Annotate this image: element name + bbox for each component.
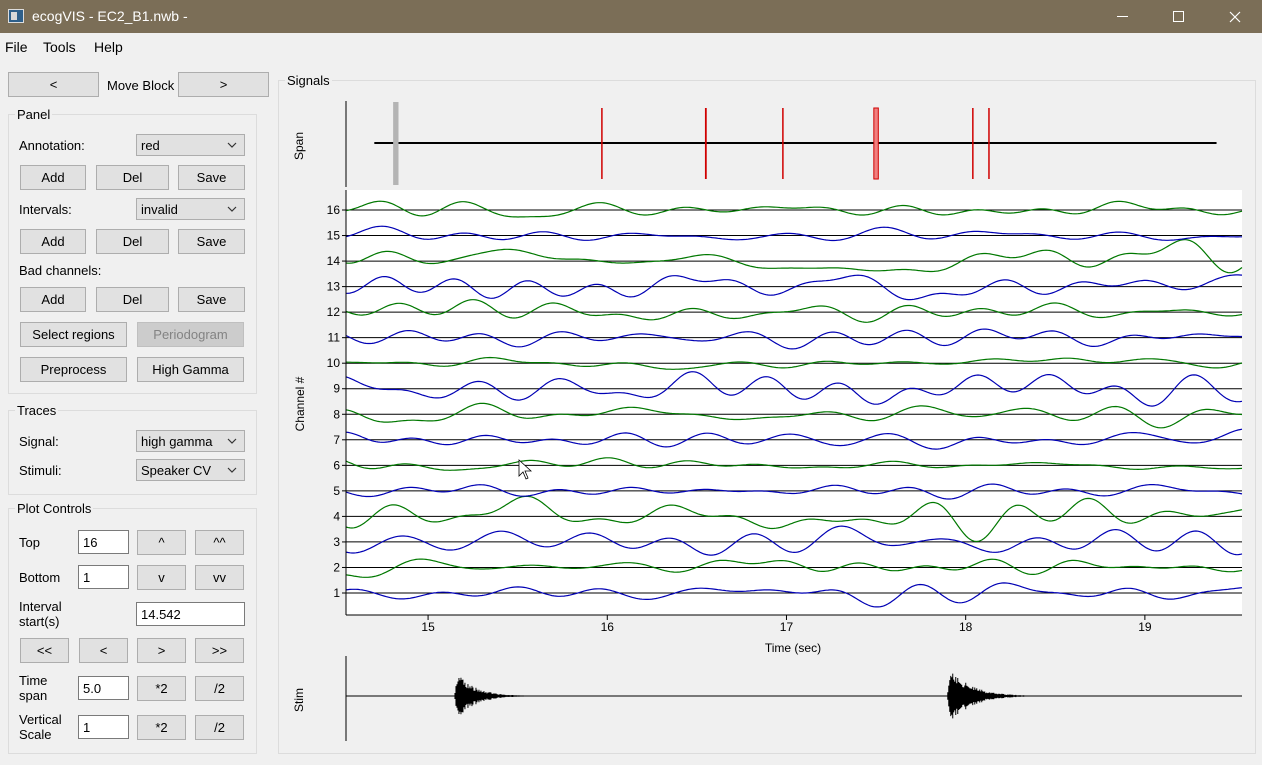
span-annotation-marker[interactable] xyxy=(782,108,784,179)
channel-tick-label: 5 xyxy=(333,484,340,498)
span-ylabel: Span xyxy=(292,132,306,160)
time-ticks: 15 16 17 18 19 xyxy=(421,615,1152,634)
span-interval-marker[interactable] xyxy=(873,107,879,180)
channel-tick-label: 16 xyxy=(327,203,341,217)
span-annotation-marker[interactable] xyxy=(704,108,707,179)
channel-ticks: 12345678910111213141516 xyxy=(327,203,346,600)
time-tick-label: 18 xyxy=(959,620,973,634)
time-tick-label: 15 xyxy=(421,620,435,634)
time-xlabel: Time (sec) xyxy=(765,641,821,655)
channel-tick-label: 3 xyxy=(333,535,340,549)
channel-tick-label: 7 xyxy=(333,433,340,447)
channel-tick-label: 9 xyxy=(333,382,340,396)
channel-tick-label: 4 xyxy=(333,509,340,523)
time-tick-label: 17 xyxy=(780,620,794,634)
channel-tick-label: 15 xyxy=(327,229,341,243)
channel-ylabel: Channel # xyxy=(293,376,307,431)
channel-tick-label: 13 xyxy=(327,280,341,294)
time-tick-label: 16 xyxy=(601,620,615,634)
channel-tick-label: 6 xyxy=(333,458,340,472)
signals-plot[interactable]: Span 12345678910111213141516 15 16 17 18 19 … xyxy=(0,0,1262,765)
stim-ylabel: Stim xyxy=(292,688,306,712)
time-tick-label: 19 xyxy=(1138,620,1152,634)
channel-tick-label: 8 xyxy=(333,407,340,421)
span-annotation-marker[interactable] xyxy=(988,108,990,179)
channel-tick-label: 10 xyxy=(327,356,341,370)
channel-tick-label: 11 xyxy=(328,331,341,345)
channel-tick-label: 14 xyxy=(327,254,341,268)
span-annotation-marker[interactable] xyxy=(972,108,974,179)
span-annotation-marker[interactable] xyxy=(601,108,603,179)
channel-tick-label: 1 xyxy=(333,586,340,600)
channel-tick-label: 12 xyxy=(327,305,341,319)
span-current-window[interactable] xyxy=(393,102,399,185)
channel-tick-label: 2 xyxy=(333,560,340,574)
